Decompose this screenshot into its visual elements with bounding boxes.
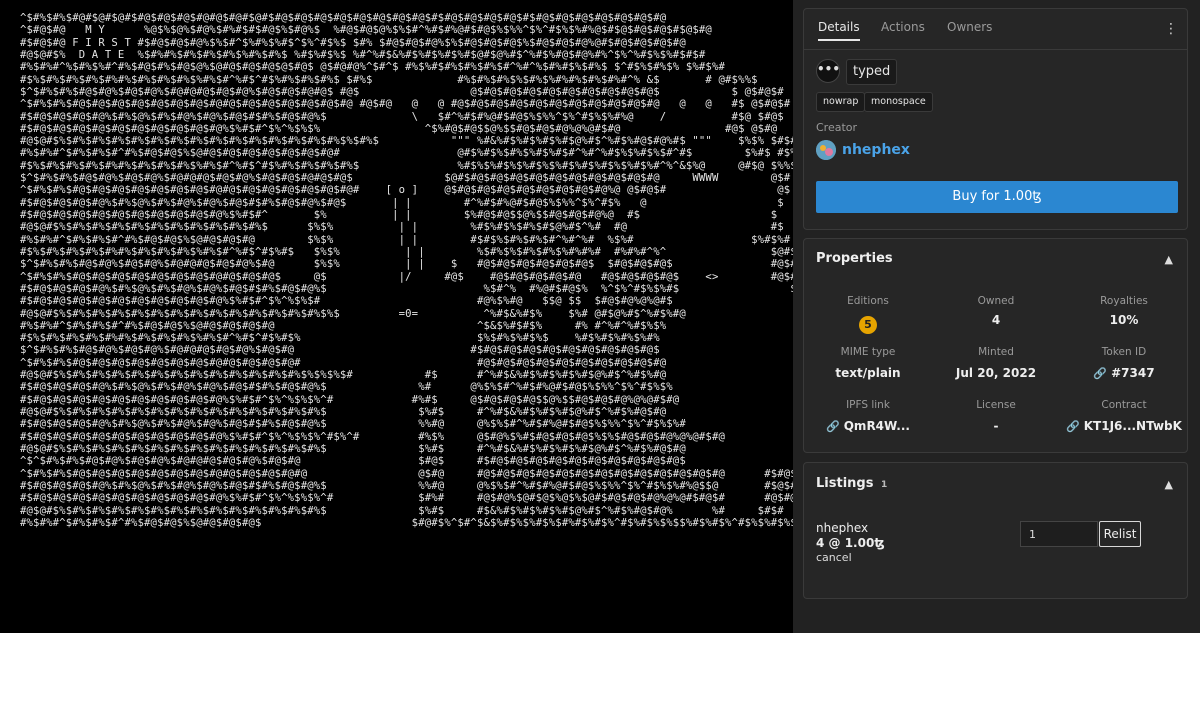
listings-title: Listings 1 [816, 476, 887, 491]
chevron-up-icon[interactable]: ▲ [1165, 478, 1173, 491]
editions-badge: 5 [859, 316, 877, 334]
menu-dots-icon[interactable]: ••• [816, 59, 840, 83]
contract-stat: Contract 🔗 KT1J6...NTwbK [1060, 399, 1188, 433]
royalties-value: 10% [1109, 313, 1139, 327]
tab-owners[interactable]: Owners [947, 1, 992, 41]
ascii-artwork-viewer: ^$#%$#%$#@#$@#$@#$#@$#@$#@$#@#@$#@#$@#$#… [0, 0, 793, 633]
cancel-link[interactable]: cancel [816, 551, 852, 564]
royalties-label: Royalties [1100, 295, 1148, 307]
license-value: - [993, 419, 999, 433]
ascii-artwork-text: ^$#%$#%$#@#$@#$@#$#@$#@$#@$#@#@$#@#$@#$#… [20, 12, 793, 529]
contract-label: Contract [1101, 399, 1147, 411]
buy-button[interactable]: Buy for 1.00ꜩ [816, 181, 1178, 213]
mime-stat: MIME type text/plain [804, 346, 932, 380]
ipfs-label: IPFS link [846, 399, 890, 411]
ipfs-stat: IPFS link 🔗 QmR4W... [804, 399, 932, 433]
royalties-stat: Royalties 10% [1060, 295, 1188, 327]
details-sidebar: Details Actions Owners ⋮ ••• typed nowra… [803, 0, 1188, 633]
owned-value: 4 [991, 313, 1001, 327]
editions-label: Editions [847, 295, 889, 307]
listing-amount: 4 @ 1.00ꜩ [816, 536, 885, 550]
app-window: ^$#%$#%$#@#$@#$@#$#@$#@$#@$#@#@$#@#$@#$#… [0, 0, 1200, 633]
creator-avatar[interactable] [816, 140, 836, 160]
tag-monospace[interactable]: monospace [864, 92, 933, 112]
token-link[interactable]: #7347 [1111, 366, 1154, 380]
minted-stat: Minted Jul 20, 2022 [932, 346, 1060, 380]
details-card: Details Actions Owners ⋮ ••• typed nowra… [803, 8, 1188, 230]
owned-label: Owned [977, 295, 1015, 307]
token-label: Token ID [1101, 346, 1147, 358]
license-stat: License - [932, 399, 1060, 433]
relist-button[interactable]: Relist [1099, 521, 1141, 547]
listings-card: Listings 1 ▲ nhephex 4 @ 1.00ꜩ cancel 1 … [803, 462, 1188, 599]
contract-link[interactable]: KT1J6...NTwbK [1084, 419, 1182, 433]
more-options-icon[interactable]: ⋮ [1164, 21, 1178, 37]
properties-card: Properties ▲ Editions 5 Owned 4 Royaltie… [803, 238, 1188, 453]
avatar-icon [816, 140, 836, 160]
owned-stat: Owned 4 [932, 295, 1060, 327]
chevron-up-icon[interactable]: ▲ [1165, 253, 1173, 266]
ipfs-link[interactable]: QmR4W... [844, 419, 910, 433]
link-icon: 🔗 [826, 420, 840, 433]
link-icon: 🔗 [1066, 420, 1080, 433]
minted-value: Jul 20, 2022 [955, 366, 1037, 380]
tab-actions[interactable]: Actions [881, 1, 925, 41]
mime-label: MIME type [840, 346, 896, 358]
license-label: License [976, 399, 1016, 411]
listings-title-text: Listings [816, 476, 874, 491]
tab-bar: Details Actions Owners ⋮ [804, 9, 1187, 50]
tag-typed[interactable]: typed [846, 59, 898, 85]
creator-name-link[interactable]: nhephex [842, 142, 910, 158]
token-stat: Token ID 🔗 #7347 [1060, 346, 1188, 380]
minted-label: Minted [978, 346, 1014, 358]
creator-label: Creator [816, 121, 858, 134]
editions-stat: Editions 5 [804, 295, 932, 334]
listing-seller[interactable]: nhephex [816, 521, 868, 535]
properties-title: Properties [816, 251, 893, 266]
quantity-input[interactable]: 1 [1020, 521, 1098, 547]
tag-nowrap[interactable]: nowrap [816, 92, 866, 112]
tab-details[interactable]: Details [818, 1, 860, 41]
link-icon: 🔗 [1093, 367, 1108, 380]
mime-value: text/plain [835, 366, 901, 380]
listings-count: 1 [880, 480, 888, 490]
